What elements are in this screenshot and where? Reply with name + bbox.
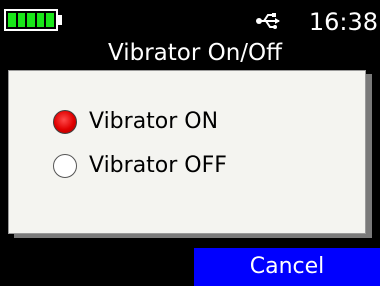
page-title: Vibrator On/Off xyxy=(107,40,282,66)
radio-selected-icon[interactable] xyxy=(53,110,77,134)
option-label: Vibrator ON xyxy=(89,109,219,134)
cancel-button[interactable]: Cancel xyxy=(194,248,380,286)
option-label: Vibrator OFF xyxy=(89,153,227,178)
battery-icon xyxy=(4,9,58,31)
usb-icon xyxy=(256,13,280,29)
device-screen: 16:38 Vibrator On/Off Vibrator ON Vibrat… xyxy=(0,0,380,286)
clock: 16:38 xyxy=(308,8,378,36)
battery-cell xyxy=(27,13,35,27)
battery-cell xyxy=(17,13,26,27)
option-vibrator-off[interactable]: Vibrator OFF xyxy=(53,152,227,180)
battery-tip xyxy=(58,15,62,25)
option-vibrator-on[interactable]: Vibrator ON xyxy=(53,108,218,136)
radio-unselected-icon[interactable] xyxy=(53,154,77,178)
battery-cell xyxy=(8,13,16,27)
battery-cell xyxy=(46,13,54,27)
battery-cell xyxy=(36,13,45,27)
vibrator-dialog: Vibrator ON Vibrator OFF xyxy=(8,70,366,234)
